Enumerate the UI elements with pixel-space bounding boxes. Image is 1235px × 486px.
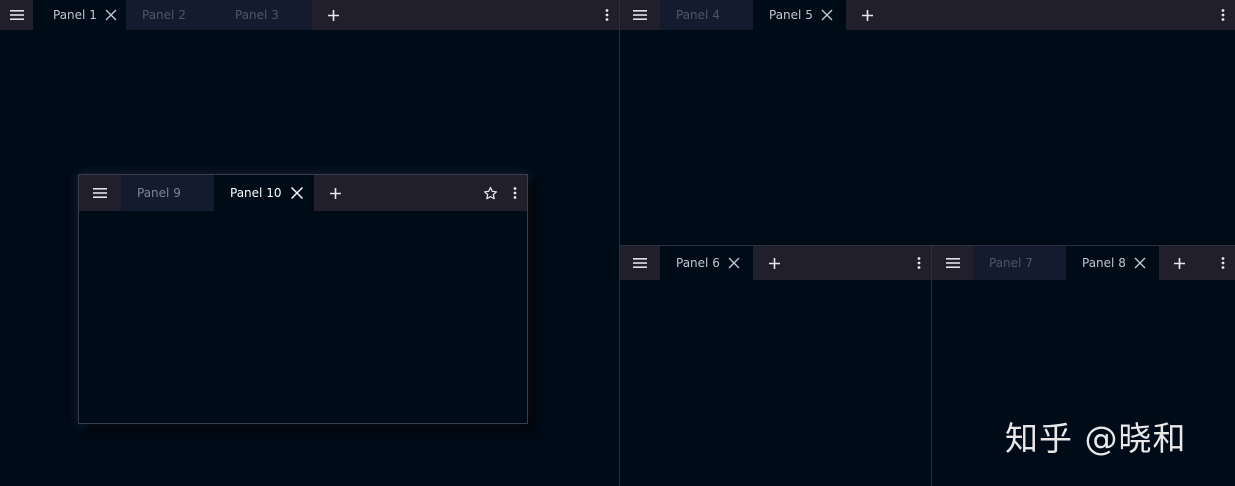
tab-label: Panel 10 — [230, 186, 282, 200]
star-icon[interactable] — [477, 175, 503, 211]
tab-bar: Panel 1 Panel 2 Panel 3 — [0, 0, 619, 30]
more-vertical-icon[interactable] — [907, 246, 931, 280]
more-vertical-icon[interactable] — [1211, 246, 1235, 280]
tab-panel-2[interactable]: Panel 2 — [126, 0, 219, 30]
tab-panel-7[interactable]: Panel 7 — [973, 246, 1066, 280]
tab-panel-8[interactable]: Panel 8 — [1066, 246, 1159, 280]
plus-icon[interactable] — [314, 175, 356, 211]
plus-icon[interactable] — [753, 246, 795, 280]
close-icon[interactable] — [105, 9, 117, 21]
tab-label: Panel 9 — [137, 186, 181, 200]
hamburger-menu-icon[interactable] — [620, 0, 660, 30]
tab-panel-9[interactable]: Panel 9 — [121, 175, 214, 211]
tab-bar-spacer — [354, 0, 595, 30]
tab-panel-10[interactable]: Panel 10 — [214, 175, 314, 211]
close-icon[interactable] — [728, 257, 740, 269]
panel-content — [79, 211, 527, 423]
tab-label: Panel 4 — [676, 8, 720, 22]
tab-bar-spacer — [888, 0, 1211, 30]
close-icon[interactable] — [821, 9, 833, 21]
tab-label: Panel 7 — [989, 256, 1033, 270]
tab-bar[interactable]: Panel 9 Panel 10 — [79, 175, 527, 211]
watermark-text: 知乎 @晓和 — [1005, 419, 1187, 458]
tab-bar-spacer — [356, 175, 477, 211]
close-icon[interactable] — [1134, 257, 1146, 269]
tab-panel-4[interactable]: Panel 4 — [660, 0, 753, 30]
hamburger-menu-icon[interactable] — [0, 0, 33, 30]
tab-panel-3[interactable]: Panel 3 — [219, 0, 312, 30]
tab-panel-6[interactable]: Panel 6 — [660, 246, 753, 280]
tab-bar-spacer — [1199, 246, 1211, 280]
plus-icon[interactable] — [312, 0, 354, 30]
hamburger-menu-icon[interactable] — [932, 246, 973, 280]
panel-content — [620, 30, 1235, 245]
plus-icon[interactable] — [1159, 246, 1199, 280]
tab-label: Panel 2 — [142, 8, 186, 22]
tab-label: Panel 8 — [1082, 256, 1126, 270]
close-icon[interactable] — [289, 185, 305, 201]
tab-label: Panel 1 — [53, 8, 97, 22]
hamburger-menu-icon[interactable] — [620, 246, 660, 280]
tab-label: Panel 5 — [769, 8, 813, 22]
panel-content — [620, 280, 931, 486]
more-vertical-icon[interactable] — [595, 0, 619, 30]
tab-bar: Panel 6 — [620, 246, 931, 280]
tab-panel-1[interactable]: Panel 1 — [33, 0, 126, 30]
more-vertical-icon[interactable] — [1211, 0, 1235, 30]
panel-group-top-right: Panel 4 Panel 5 — [620, 0, 1235, 245]
panel-group-bottom-middle: Panel 6 — [620, 246, 931, 486]
tab-bar: Panel 7 Panel 8 — [932, 246, 1235, 280]
tab-panel-5[interactable]: Panel 5 — [753, 0, 846, 30]
tab-label: Panel 3 — [235, 8, 279, 22]
tab-label: Panel 6 — [676, 256, 720, 270]
plus-icon[interactable] — [846, 0, 888, 30]
tab-bar-spacer — [795, 246, 907, 280]
tab-bar: Panel 4 Panel 5 — [620, 0, 1235, 30]
hamburger-menu-icon[interactable] — [79, 175, 121, 211]
floating-panel-group[interactable]: Panel 9 Panel 10 — [78, 174, 528, 424]
more-vertical-icon[interactable] — [503, 175, 527, 211]
